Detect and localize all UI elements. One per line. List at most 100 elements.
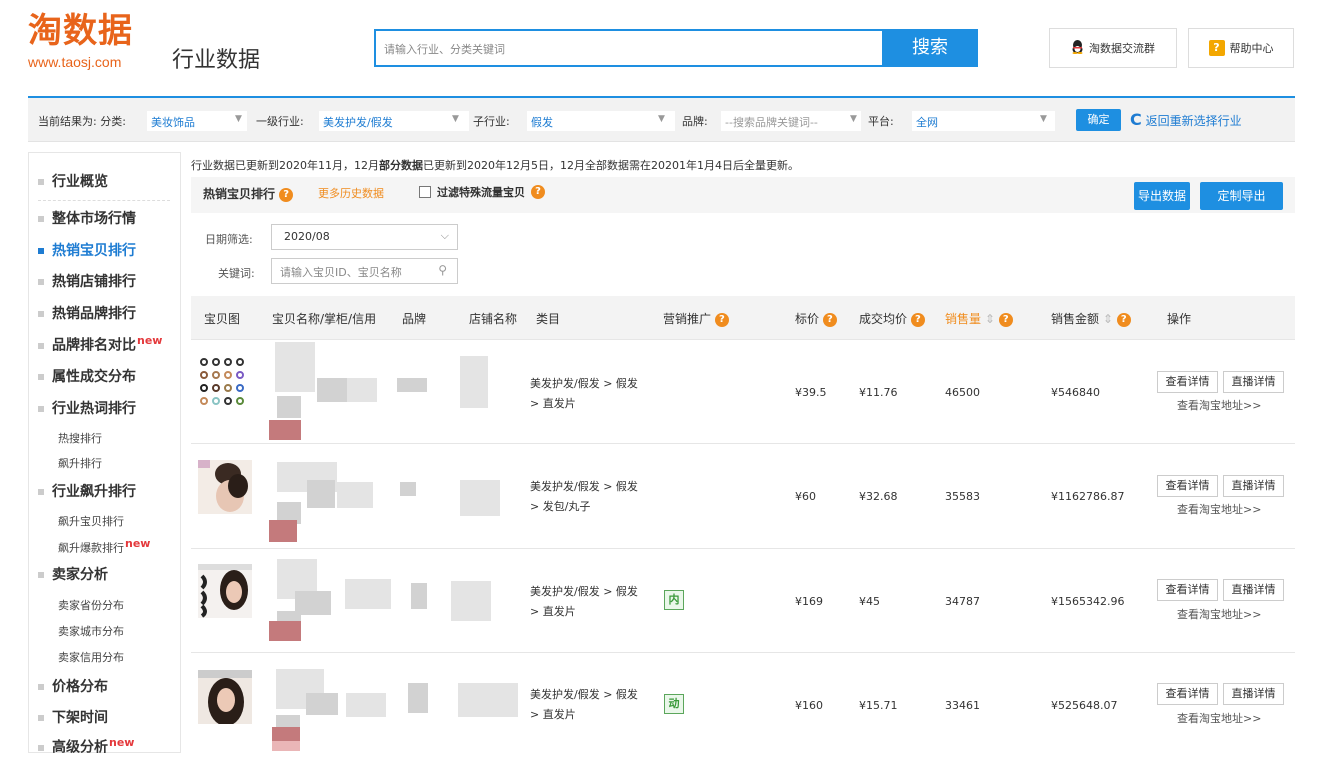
sidebar-item-attributes[interactable]: 属性成交分布 xyxy=(38,366,136,386)
view-detail-button[interactable]: 查看详情 xyxy=(1157,371,1218,393)
category-select[interactable]: 美妆饰品 xyxy=(147,111,247,131)
question-icon[interactable]: ? xyxy=(531,185,545,199)
taobao-link[interactable]: 查看淘宝地址>> xyxy=(1177,606,1261,622)
question-icon[interactable]: ? xyxy=(822,312,837,327)
th-revenue[interactable]: 销售金额 ⇕ ? xyxy=(1051,310,1131,327)
export-button[interactable]: 导出数据 xyxy=(1134,182,1190,210)
sidebar-item-delist-time[interactable]: 下架时间 xyxy=(38,707,108,727)
live-detail-button[interactable]: 直播详情 xyxy=(1223,579,1284,601)
sidebar-item-hot-words[interactable]: 行业热词排行 xyxy=(38,398,136,418)
sidebar-sub-province[interactable]: 卖家省份分布 xyxy=(58,597,124,613)
sidebar-item-advanced[interactable]: 高级分析new xyxy=(38,736,134,757)
help-center-button[interactable]: ? 帮助中心 xyxy=(1188,28,1294,68)
keyword-input[interactable]: 请输入宝贝ID、宝贝名称 ⚲ xyxy=(271,258,458,284)
logo-url[interactable]: www.taosj.com xyxy=(28,54,121,70)
checkbox[interactable] xyxy=(419,186,431,198)
category-cell: 美发护发/假发 > 假发 > 发包/丸子 xyxy=(530,480,638,513)
product-thumbnail[interactable] xyxy=(198,354,252,408)
sidebar-sub-rising-items[interactable]: 飙升宝贝排行 xyxy=(58,513,124,529)
sidebar-item-hot-brands[interactable]: 热销品牌排行 xyxy=(38,303,136,323)
view-detail-button[interactable]: 查看详情 xyxy=(1157,683,1218,705)
search-button[interactable]: 搜索 xyxy=(882,29,978,67)
more-history-link[interactable]: 更多历史数据 xyxy=(318,185,384,201)
sidebar-item-hot-shops[interactable]: 热销店铺排行 xyxy=(38,271,136,291)
platform-select[interactable]: 全网 xyxy=(912,111,1055,131)
th-name: 宝贝名称/掌柜/信用 xyxy=(272,312,377,326)
sidebar-sub-rising[interactable]: 飙升排行 xyxy=(58,455,102,471)
sidebar-item-sellers[interactable]: 卖家分析 xyxy=(38,564,108,584)
logo-text[interactable]: 淘数据 xyxy=(28,12,133,50)
live-detail-button[interactable]: 直播详情 xyxy=(1223,475,1284,497)
price-cell: ¥160 xyxy=(795,699,823,712)
brand-search-select[interactable]: --搜索品牌关键词-- xyxy=(721,111,861,131)
level1-select[interactable]: 美发护发/假发 xyxy=(319,111,469,131)
promo-badge[interactable]: 内 xyxy=(664,590,684,610)
qq-group-label: 淘数据交流群 xyxy=(1089,42,1155,55)
chevron-down-icon: ▼ xyxy=(850,114,857,124)
help-icon: ? xyxy=(1208,40,1225,56)
page-title: 行业数据 xyxy=(172,48,261,73)
chevron-down-icon: ▼ xyxy=(452,114,459,124)
sub-industry-label: 子行业: xyxy=(473,115,510,128)
live-detail-button[interactable]: 直播详情 xyxy=(1223,683,1284,705)
search-icon[interactable]: ⚲ xyxy=(438,263,447,277)
sales-cell: 33461 xyxy=(945,699,980,712)
revenue-cell: ¥1162786.87 xyxy=(1051,490,1125,503)
question-icon[interactable]: ? xyxy=(910,312,925,327)
custom-export-button[interactable]: 定制导出 xyxy=(1200,182,1283,210)
sidebar-sub-credit[interactable]: 卖家信用分布 xyxy=(58,649,124,665)
platform-label: 平台: xyxy=(868,115,894,128)
avg-price-cell: ¥15.71 xyxy=(859,699,898,712)
refresh-icon: C xyxy=(1130,110,1142,129)
qq-penguin-icon xyxy=(1071,39,1084,57)
th-action: 操作 xyxy=(1167,312,1192,326)
sidebar-item-industry-rising[interactable]: 行业飙升排行 xyxy=(38,481,136,501)
taobao-link[interactable]: 查看淘宝地址>> xyxy=(1177,710,1261,726)
product-thumbnail[interactable] xyxy=(198,670,252,724)
qq-group-button[interactable]: 淘数据交流群 xyxy=(1049,28,1177,68)
chevron-down-icon: ▼ xyxy=(235,114,242,124)
sidebar-item-price[interactable]: 价格分布 xyxy=(38,676,108,696)
question-icon[interactable]: ? xyxy=(998,312,1013,327)
live-detail-button[interactable]: 直播详情 xyxy=(1223,371,1284,393)
question-icon[interactable]: ? xyxy=(1116,312,1131,327)
th-price: 标价 ? xyxy=(795,310,837,327)
question-icon[interactable]: ? xyxy=(714,312,729,327)
sidebar-sub-city[interactable]: 卖家城市分布 xyxy=(58,623,124,639)
category-cell: 美发护发/假发 > 假发 > 直发片 xyxy=(530,688,638,721)
new-badge: new xyxy=(137,334,163,347)
chevron-down-icon: ▼ xyxy=(658,114,665,124)
sidebar-sub-rising-bestsellers[interactable]: 飙升爆款排行new xyxy=(58,537,150,556)
filter-special-traffic[interactable]: 过滤特殊流量宝贝? xyxy=(419,184,545,200)
new-badge: new xyxy=(125,537,151,550)
product-thumbnail[interactable] xyxy=(198,460,252,514)
price-cell: ¥169 xyxy=(795,595,823,608)
confirm-button[interactable]: 确定 xyxy=(1076,109,1121,131)
help-center-label: 帮助中心 xyxy=(1229,42,1274,55)
sidebar-item-overview[interactable]: 行业概览 xyxy=(38,171,108,191)
sidebar-item-market[interactable]: 整体市场行情 xyxy=(38,208,136,228)
sales-cell: 35583 xyxy=(945,490,980,503)
sort-icon[interactable]: ⇕ xyxy=(1103,312,1113,326)
sidebar-sub-hot-search[interactable]: 热搜排行 xyxy=(58,430,102,446)
view-detail-button[interactable]: 查看详情 xyxy=(1157,475,1218,497)
sales-cell: 46500 xyxy=(945,386,980,399)
date-select[interactable]: 2020/08 ⌵ xyxy=(271,224,458,250)
question-icon[interactable]: ? xyxy=(279,187,294,202)
sort-icon[interactable]: ⇕ xyxy=(985,312,995,326)
product-thumbnail[interactable] xyxy=(198,564,252,618)
view-detail-button[interactable]: 查看详情 xyxy=(1157,579,1218,601)
th-image: 宝贝图 xyxy=(204,312,241,326)
sales-cell: 34787 xyxy=(945,595,980,608)
avg-price-cell: ¥11.76 xyxy=(859,386,898,399)
sidebar-item-hot-items[interactable]: 热销宝贝排行 xyxy=(38,240,136,260)
search-input[interactable]: 请输入行业、分类关键词 xyxy=(374,29,884,67)
sub-industry-select[interactable]: 假发 xyxy=(527,111,675,131)
sidebar-item-brand-compare[interactable]: 品牌排名对比new xyxy=(38,334,162,355)
return-reselect-link[interactable]: C 返回重新选择行业 xyxy=(1130,110,1242,129)
taobao-link[interactable]: 查看淘宝地址>> xyxy=(1177,501,1261,517)
th-category: 类目 xyxy=(536,312,561,326)
taobao-link[interactable]: 查看淘宝地址>> xyxy=(1177,397,1261,413)
th-sales[interactable]: 销售量 ⇕ ? xyxy=(945,310,1013,327)
promo-badge[interactable]: 动 xyxy=(664,694,684,714)
